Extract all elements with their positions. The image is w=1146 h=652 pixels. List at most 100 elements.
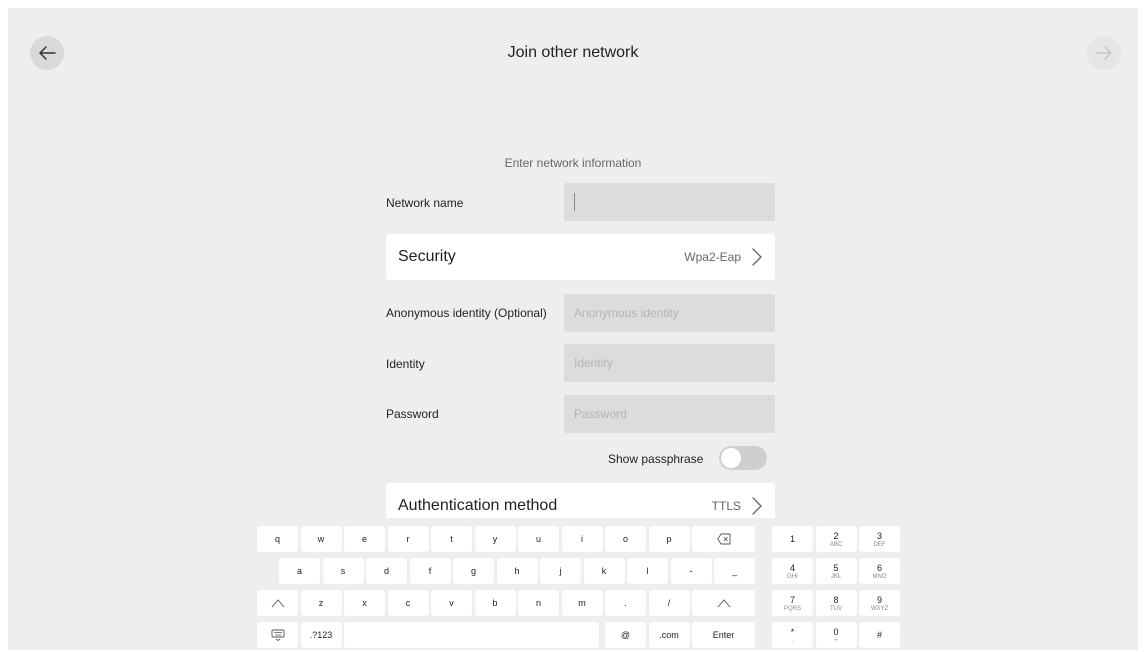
key-sublabel: TUV <box>830 605 842 612</box>
key-p[interactable]: p <box>648 526 690 552</box>
key-sublabel: + <box>834 637 838 644</box>
key-label: i <box>581 534 583 544</box>
key-slash[interactable]: / <box>648 590 690 616</box>
key-label: l <box>646 566 649 576</box>
security-selector[interactable]: Security Wpa2-Eap <box>386 234 775 280</box>
identity-input[interactable]: Identity <box>564 344 775 382</box>
numpad-key-0[interactable]: 0 + <box>815 622 857 648</box>
key-label: 7 <box>789 594 795 605</box>
at-key[interactable]: @ <box>605 622 646 648</box>
key-label: 4 <box>789 562 795 573</box>
password-label: Password <box>386 407 439 421</box>
page-title: Join other network <box>507 44 639 61</box>
show-passphrase-toggle[interactable] <box>719 446 767 470</box>
key-label: e <box>361 534 367 544</box>
key-label: 2 <box>833 530 839 541</box>
key-a[interactable]: a <box>279 558 320 584</box>
key-i[interactable]: i <box>561 526 603 552</box>
key-r[interactable]: r <box>387 526 429 552</box>
key-sublabel: WXYZ <box>870 605 889 612</box>
anonymous-identity-placeholder: Anonymous identity <box>574 306 679 320</box>
key-n[interactable]: n <box>518 590 559 616</box>
toggle-knob <box>721 448 741 468</box>
key-x[interactable]: x <box>344 590 385 616</box>
anonymous-identity-input[interactable]: Anonymous identity <box>564 294 775 332</box>
key-b[interactable]: b <box>474 590 516 616</box>
key-label: 0 <box>833 626 839 637</box>
key-label: p <box>666 534 672 544</box>
shift-icon <box>717 599 730 608</box>
key-label: - <box>689 566 693 576</box>
hide-keyboard-key[interactable] <box>257 622 298 648</box>
dotcom-key[interactable]: .com <box>648 622 690 648</box>
key-w[interactable]: w <box>300 526 342 552</box>
numpad-key-4[interactable]: 4 GHI <box>772 558 813 584</box>
space-key[interactable] <box>344 622 599 648</box>
key-c[interactable]: c <box>387 590 429 616</box>
key-u[interactable]: u <box>518 526 559 552</box>
network-name-label: Network name <box>386 196 464 210</box>
key-label: Enter <box>712 630 735 640</box>
key-e[interactable]: e <box>344 526 385 552</box>
numpad-key-hash[interactable]: # <box>859 622 900 648</box>
key-label: q <box>274 534 280 544</box>
key-sublabel: . <box>791 637 794 644</box>
network-name-input[interactable] <box>564 183 775 221</box>
numpad-key-star[interactable]: *. <box>772 622 813 648</box>
key-label: f <box>428 566 432 576</box>
key-sublabel: ABC <box>829 541 843 548</box>
key-label: .com <box>659 630 679 640</box>
key-underscore[interactable]: _ <box>714 558 755 584</box>
identity-placeholder: Identity <box>574 356 613 370</box>
key-hyphen[interactable]: - <box>670 558 712 584</box>
key-label: c <box>405 598 411 608</box>
key-g[interactable]: g <box>453 558 494 584</box>
chevron-right-icon <box>752 497 762 515</box>
next-button[interactable] <box>1087 36 1121 70</box>
key-z[interactable]: z <box>300 590 342 616</box>
password-input[interactable]: Password <box>564 395 775 433</box>
backspace-key[interactable] <box>692 526 755 552</box>
key-label: b <box>492 598 498 608</box>
key-q[interactable]: q <box>257 526 298 552</box>
key-label: g <box>470 566 476 576</box>
key-s[interactable]: s <box>322 558 364 584</box>
key-label: z <box>318 598 324 608</box>
key-o[interactable]: o <box>605 526 646 552</box>
key-y[interactable]: y <box>474 526 516 552</box>
key-label: r <box>406 534 410 544</box>
key-m[interactable]: m <box>561 590 603 616</box>
numpad-key-7[interactable]: 7 PQRS <box>772 590 813 616</box>
key-k[interactable]: k <box>583 558 625 584</box>
numpad-key-8[interactable]: 8 TUV <box>815 590 857 616</box>
numpad-key-2[interactable]: 2 ABC <box>815 526 857 552</box>
numpad-key-6[interactable]: 6 MNO <box>859 558 900 584</box>
enter-key[interactable]: Enter <box>692 622 755 648</box>
key-label: n <box>535 598 541 608</box>
key-label: x <box>362 598 367 608</box>
key-v[interactable]: v <box>431 590 472 616</box>
chevron-right-icon <box>752 248 762 266</box>
key-d[interactable]: d <box>366 558 407 584</box>
key-label: d <box>383 566 389 576</box>
shift-key-right[interactable] <box>692 590 755 616</box>
key-f[interactable]: f <box>409 558 451 584</box>
numpad-key-1[interactable]: 1 <box>772 526 813 552</box>
numpad-key-9[interactable]: 9 WXYZ <box>859 590 900 616</box>
key-label: t <box>450 534 453 544</box>
numpad-key-5[interactable]: 5 JKL <box>815 558 857 584</box>
key-label: a <box>296 566 302 576</box>
key-h[interactable]: h <box>496 558 538 584</box>
key-l[interactable]: l <box>627 558 668 584</box>
key-label: k <box>601 566 607 576</box>
numpad-key-3[interactable]: 3 DEF <box>859 526 900 552</box>
security-value: Wpa2-Eap <box>684 250 741 264</box>
join-network-screen: Join other network Enter network informa… <box>8 8 1138 650</box>
shift-key-left[interactable] <box>257 590 298 616</box>
key-sublabel: PQRS <box>783 605 801 612</box>
key-period[interactable]: . <box>605 590 646 616</box>
key-j[interactable]: j <box>540 558 581 584</box>
numbers-key[interactable]: .?123 <box>300 622 342 648</box>
security-label: Security <box>398 248 456 265</box>
key-t[interactable]: t <box>431 526 472 552</box>
